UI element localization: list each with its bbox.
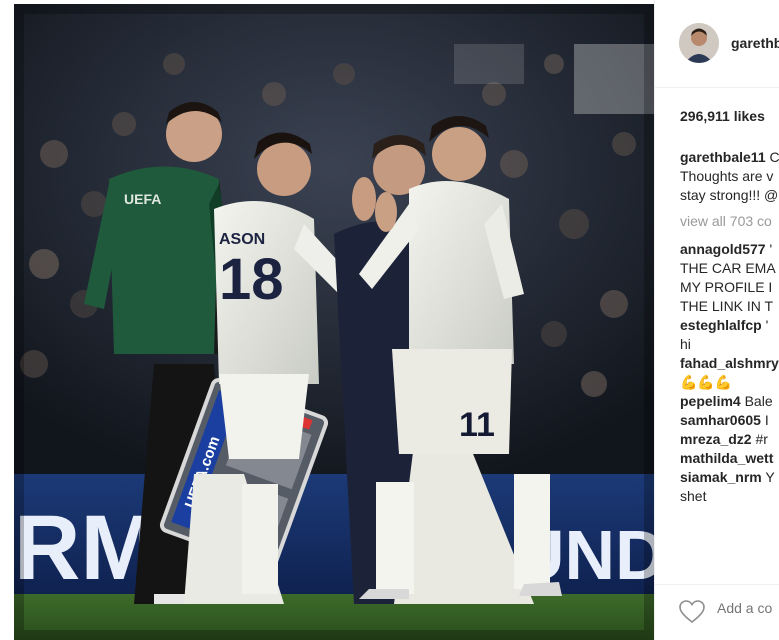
caption-line-1: garethbale11 C (680, 148, 779, 167)
comment-text: #r (751, 431, 768, 447)
comment-item: mreza_dz2 #r (680, 430, 779, 449)
comment-text: I (760, 412, 769, 428)
football-substitution-image: RMO UND UEFA UEFA.com 18 ASON 11 (14, 4, 654, 640)
comment-item: annagold577 ' THE CAR EMA MY PROFILE I THE … (680, 240, 779, 316)
post-caption: garethbale11 C Thoughts are v stay stron… (680, 148, 779, 205)
comment-username[interactable]: pepelim4 (680, 393, 741, 409)
caption-line-1-text: C (765, 149, 779, 165)
comment-item: siamak_nrm Yshet (680, 468, 779, 506)
comment-text: Bale (740, 393, 773, 409)
caption-line-3: stay strong!!! @ (680, 187, 779, 203)
jersey-number-18: 18 (219, 247, 284, 312)
comment-text: Y (761, 469, 775, 485)
post-header: garethb (655, 0, 779, 88)
add-comment-input[interactable] (717, 600, 779, 616)
comment-username[interactable]: siamak_nrm (680, 469, 762, 485)
comment-item: fahad_alshmry 💪💪💪 (680, 354, 779, 392)
comment-text-line: THE LINK IN T (680, 298, 774, 314)
comment-item: mathilda_wett (680, 449, 779, 468)
heart-icon[interactable] (679, 600, 705, 624)
comment-username[interactable]: samhar0605 (680, 412, 761, 428)
comment-text: ' (765, 241, 773, 257)
post-photo[interactable]: RMO UND UEFA UEFA.com 18 ASON 11 (14, 4, 654, 640)
caption-username[interactable]: garethbale11 (680, 149, 766, 165)
comment-username[interactable]: esteghlalfcp (680, 317, 762, 333)
caption-line-2: Thoughts are v (680, 168, 774, 184)
post-footer (655, 584, 779, 640)
official-badge-text: UEFA (124, 191, 161, 207)
comment-username[interactable]: annagold577 (680, 241, 766, 257)
comment-text-line: hi (680, 336, 691, 352)
comment-username[interactable]: mreza_dz2 (680, 431, 752, 447)
comment-item: samhar0605 I (680, 411, 779, 430)
avatar[interactable] (679, 23, 719, 63)
jersey-number-11: 11 (459, 406, 495, 444)
comment-username[interactable]: mathilda_wett (680, 450, 773, 466)
comment-username[interactable]: fahad_alshmry (680, 355, 779, 371)
high-five-hands (352, 177, 376, 221)
comment-text-line: 💪💪💪 (680, 374, 733, 390)
comment-item: esteghlalfcp ' hi (680, 316, 779, 354)
shirt-name-text: ASON (219, 231, 265, 248)
comment-text-line: THE CAR EMA (680, 260, 776, 276)
view-all-comments-link[interactable]: view all 703 co (680, 213, 772, 229)
likes-count[interactable]: 296,911 likes (680, 108, 765, 124)
comment-item: pepelim4 Bale (680, 392, 779, 411)
comment-text-line: shet (680, 488, 707, 504)
post-username-link[interactable]: garethb (731, 35, 779, 51)
comment-text: ' (761, 317, 769, 333)
comment-text-line: MY PROFILE I (680, 279, 773, 295)
comments-list: annagold577 ' THE CAR EMA MY PROFILE I THE … (680, 240, 779, 506)
post-details-panel: garethb 296,911 likes garethbale11 C Tho… (654, 0, 779, 640)
